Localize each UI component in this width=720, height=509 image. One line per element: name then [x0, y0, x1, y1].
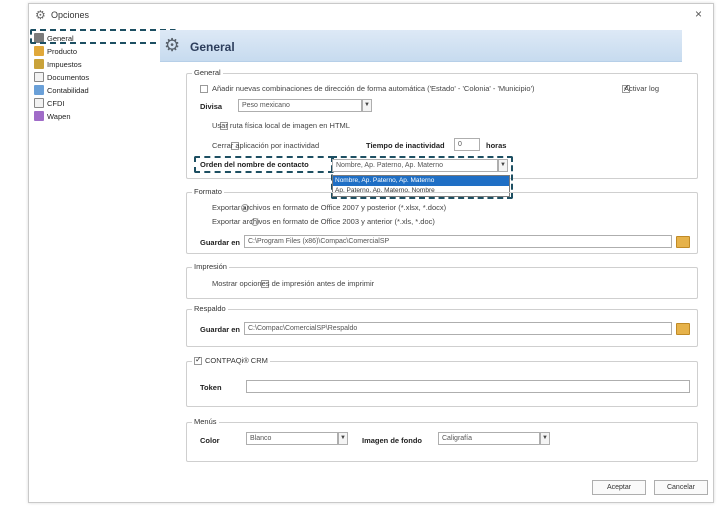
folder-icon[interactable] — [676, 323, 690, 335]
add-combinations-checkbox[interactable] — [200, 84, 208, 93]
sidebar-item-contabilidad[interactable]: Contabilidad — [34, 84, 89, 96]
cancel-button[interactable]: Cancelar — [654, 480, 708, 495]
tax-icon — [34, 59, 44, 69]
gear-icon: ⚙ — [35, 8, 46, 22]
format-group-label: Formato — [192, 187, 224, 196]
close-button[interactable]: × — [695, 7, 702, 21]
wapen-icon — [34, 111, 44, 121]
add-combinations-label: Añadir nuevas combinaciones de dirección… — [212, 84, 535, 93]
menus-group-label: Menús — [192, 417, 219, 426]
bg-image-select[interactable]: Caligrafía — [438, 432, 540, 445]
general-group-label: General — [192, 68, 223, 77]
sidebar-item-label: Producto — [47, 46, 78, 56]
office-2003-label: Exportar archivos en formato de Office 2… — [212, 217, 435, 226]
local-path-label: Usar ruta física local de imagen en HTML — [212, 121, 350, 130]
currency-label: Divisa — [200, 102, 223, 111]
contact-order-option-1[interactable]: Nombre, Ap. Paterno, Ap. Materno — [333, 176, 509, 186]
hours-label: horas — [486, 141, 507, 150]
backup-save-path-input[interactable]: C:\Compac\ComercialSP\Respaldo — [244, 322, 672, 335]
gears-icon: ⚙ — [164, 35, 181, 55]
print-group-label: Impresión — [192, 262, 229, 271]
inactive-time-label: Tiempo de inactividad — [366, 141, 445, 150]
sidebar-item-wapen[interactable]: Wapen — [34, 110, 71, 122]
currency-select[interactable]: Peso mexicano — [238, 99, 362, 112]
crm-group-label: CONTPAQi® CRM — [205, 356, 268, 365]
color-dropdown-button[interactable]: ▼ — [338, 432, 348, 445]
accounting-icon — [34, 85, 44, 95]
highlight-general — [30, 29, 176, 44]
window-title: Opciones — [51, 10, 90, 20]
inactive-time-input[interactable]: 0 — [454, 138, 480, 151]
sidebar-item-documentos[interactable]: Documentos — [34, 71, 89, 83]
product-icon — [34, 46, 44, 56]
bg-image-label: Imagen de fondo — [362, 436, 422, 445]
color-label: Color — [200, 436, 220, 445]
backup-group-label: Respaldo — [192, 304, 228, 313]
crm-group-header: CONTPAQi® CRM — [192, 355, 270, 365]
sidebar-item-impuestos[interactable]: Impuestos — [34, 58, 82, 70]
page-title: General — [190, 40, 235, 54]
color-select[interactable]: Blanco — [246, 432, 338, 445]
format-save-path-input[interactable]: C:\Program Files (x86)\Compac\ComercialS… — [244, 235, 672, 248]
accept-button[interactable]: Aceptar — [592, 480, 646, 495]
sidebar: General Producto Impuestos Documentos Co… — [30, 30, 180, 500]
crm-checkbox[interactable] — [194, 355, 202, 365]
sidebar-item-cfdi[interactable]: CFDI — [34, 97, 65, 109]
sidebar-item-label: CFDI — [47, 98, 65, 108]
currency-dropdown-button[interactable]: ▼ — [362, 99, 372, 112]
sidebar-item-label: Documentos — [47, 72, 90, 82]
contact-order-dropdown-button[interactable]: ▼ — [498, 159, 508, 172]
close-inactive-label: Cerrar aplicación por inactividad — [212, 141, 320, 150]
sidebar-item-label: Wapen — [47, 111, 71, 121]
section-header — [160, 30, 682, 62]
cfdi-icon — [34, 98, 44, 108]
folder-icon[interactable] — [676, 236, 690, 248]
title-bar: ⚙ Opciones × — [29, 4, 713, 26]
contact-order-select[interactable]: Nombre, Ap. Paterno, Ap. Materno — [332, 159, 498, 172]
format-save-label: Guardar en — [200, 238, 241, 247]
backup-save-label: Guardar en — [200, 325, 241, 334]
show-print-options-label: Mostrar opciones de impresión antes de i… — [212, 279, 375, 288]
bg-image-dropdown-button[interactable]: ▼ — [540, 432, 550, 445]
document-icon — [34, 72, 44, 82]
sidebar-item-producto[interactable]: Producto — [34, 45, 77, 57]
activate-log-label: Activar log — [624, 84, 660, 93]
sidebar-item-label: Contabilidad — [47, 85, 89, 95]
sidebar-item-label: Impuestos — [47, 59, 82, 69]
office-2007-label: Exportar archivos en formato de Office 2… — [212, 203, 447, 212]
token-label: Token — [200, 383, 222, 392]
contact-order-label: Orden del nombre de contacto — [200, 160, 309, 169]
token-input[interactable] — [246, 380, 690, 393]
